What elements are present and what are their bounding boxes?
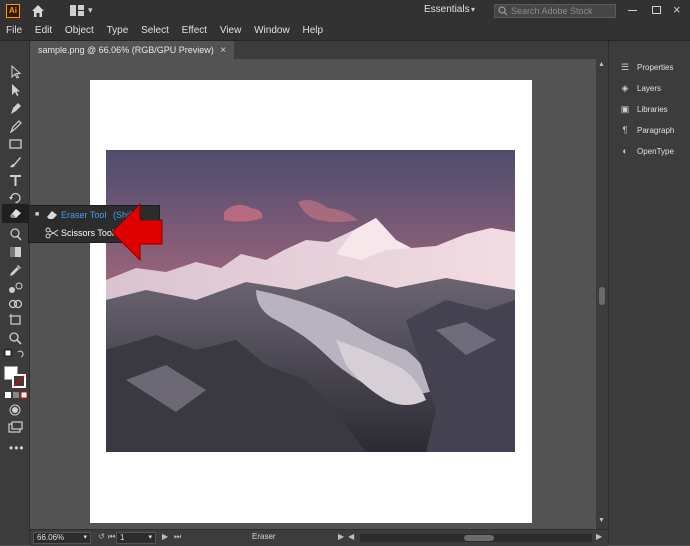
paragraph-icon: ¶ <box>622 125 628 135</box>
chevron-down-icon: ▾ <box>83 534 87 541</box>
screen-mode-icon[interactable] <box>8 421 23 435</box>
menu-type[interactable]: Type <box>107 22 129 40</box>
panel-properties-label: Properties <box>637 63 674 72</box>
draw-mode-icon[interactable] <box>8 403 23 417</box>
warp-tool-icon[interactable] <box>8 227 23 241</box>
search-stock-input[interactable]: Search Adobe Stock <box>494 4 616 18</box>
paintbrush-tool-icon[interactable] <box>8 155 23 169</box>
mountain-photo[interactable] <box>106 150 515 452</box>
tools-panel: ••• <box>0 41 30 545</box>
canvas-area[interactable] <box>30 59 608 529</box>
rectangle-tool-icon[interactable] <box>8 137 23 151</box>
close-tab-icon[interactable]: × <box>220 45 226 56</box>
rotate-tool-icon[interactable] <box>8 191 23 205</box>
menu-effect[interactable]: Effect <box>182 22 207 40</box>
arrange-documents-icon[interactable] <box>70 5 84 16</box>
menu-bar: File Edit Object Type Select Effect View… <box>0 22 690 41</box>
scroll-thumb[interactable] <box>599 287 605 305</box>
scroll-left-icon[interactable]: ◀ <box>348 532 354 541</box>
search-icon <box>498 6 508 16</box>
current-tool-label: Eraser <box>252 532 276 541</box>
red-pointer-arrow <box>111 202 163 262</box>
status-menu-icon[interactable]: ▶ <box>338 532 344 541</box>
selection-tool-icon[interactable] <box>8 65 23 79</box>
maximize-button[interactable] <box>652 6 661 14</box>
chevron-down-icon[interactable]: ▾ <box>88 5 93 16</box>
more-tools-icon[interactable]: ••• <box>9 441 25 455</box>
horizontal-scroll-thumb[interactable] <box>464 535 494 541</box>
panel-libraries-label: Libraries <box>637 105 668 114</box>
vertical-scrollbar[interactable]: ▲ ▼ <box>596 59 608 529</box>
opentype-icon: ◐ <box>622 146 628 156</box>
eraser-tool-icon <box>47 211 57 219</box>
menu-list: File Edit Object Type Select Effect View… <box>6 22 333 40</box>
panel-layers[interactable]: ◈ Layers <box>619 80 690 96</box>
zoom-level-field[interactable]: 66.06% ▾ <box>33 532 91 544</box>
menu-object[interactable]: Object <box>65 22 94 40</box>
chevron-down-icon[interactable]: ▾ <box>471 5 475 14</box>
panel-libraries[interactable]: ▣ Libraries <box>619 101 690 117</box>
color-mode-icons[interactable] <box>5 391 27 399</box>
panel-opentype[interactable]: ◐ OpenType <box>619 143 690 159</box>
menu-view[interactable]: View <box>220 22 242 40</box>
artboard-number-value: 1 <box>120 533 125 542</box>
artboard[interactable] <box>90 80 532 523</box>
artboard-number-field[interactable]: 1 ▾ <box>116 532 156 544</box>
blend-tool-icon[interactable] <box>8 281 23 295</box>
menu-window[interactable]: Window <box>254 22 290 40</box>
home-icon[interactable] <box>30 3 46 19</box>
menu-help[interactable]: Help <box>302 22 323 40</box>
scroll-right-icon[interactable]: ▶ <box>596 532 602 541</box>
curvature-tool-icon[interactable] <box>8 119 23 133</box>
artboard-tool-icon[interactable] <box>8 313 23 327</box>
illustrator-logo: Ai <box>6 4 20 18</box>
document-tab-bar: sample.png @ 66.06% (RGB/GPU Preview) × <box>30 41 608 59</box>
zoom-level-value: 66.06% <box>37 533 65 542</box>
selected-bullet-icon: ■ <box>35 211 40 218</box>
scroll-up-icon[interactable]: ▲ <box>598 61 605 68</box>
horizontal-scrollbar[interactable] <box>360 534 592 542</box>
stroke-swatch[interactable] <box>12 374 26 388</box>
document-tab-title: sample.png @ 66.06% (RGB/GPU Preview) <box>38 45 214 55</box>
default-fill-stroke-icon[interactable] <box>4 349 26 361</box>
shape-builder-tool-icon[interactable] <box>8 297 23 311</box>
document-tab[interactable]: sample.png @ 66.06% (RGB/GPU Preview) × <box>30 41 235 59</box>
zoom-tool-icon[interactable] <box>8 331 23 345</box>
first-artboard-icon[interactable]: ⏮ <box>108 532 115 542</box>
panel-layers-label: Layers <box>637 84 662 93</box>
scissors-icon <box>45 227 59 239</box>
gradient-tool-icon[interactable] <box>8 245 23 259</box>
eyedropper-tool-icon[interactable] <box>8 263 23 277</box>
layers-icon: ◈ <box>621 83 629 93</box>
minimize-button[interactable] <box>628 10 637 11</box>
app-bar: Ai ▾ Essentials ▾ Search Adobe Stock × <box>0 0 690 22</box>
menu-select[interactable]: Select <box>141 22 169 40</box>
workspace-switcher[interactable]: Essentials <box>424 4 470 15</box>
next-artboard-icon[interactable]: ▶ <box>162 532 168 541</box>
status-bar: 66.06% ▾ ↺ ⏮ ◀ 1 ▾ ▶ ⏭ Eraser ▶ ◀ ▶ <box>30 529 608 546</box>
scroll-down-icon[interactable]: ▼ <box>598 517 605 524</box>
collapsed-panels: ☰ Properties ◈ Layers ▣ Libraries ¶ Paragrap… <box>608 41 690 545</box>
flyout-label-eraser: Eraser Tool <box>61 210 107 220</box>
search-placeholder: Search Adobe Stock <box>511 6 593 16</box>
direct-selection-tool-icon[interactable] <box>8 83 23 97</box>
rotate-view-icon[interactable]: ↺ <box>98 532 105 541</box>
pen-tool-icon[interactable] <box>8 101 23 115</box>
panel-paragraph[interactable]: ¶ Paragraph <box>619 122 690 138</box>
close-window-button[interactable]: × <box>673 2 681 17</box>
eraser-tool-icon <box>10 209 21 218</box>
type-tool-icon[interactable] <box>8 173 23 187</box>
menu-file[interactable]: File <box>6 22 22 40</box>
libraries-icon: ▣ <box>620 104 630 114</box>
properties-icon: ☰ <box>620 62 630 72</box>
eraser-tool-active[interactable] <box>2 204 28 223</box>
panel-opentype-label: OpenType <box>637 147 674 156</box>
panel-paragraph-label: Paragraph <box>637 126 675 135</box>
last-artboard-icon[interactable]: ⏭ <box>174 532 181 542</box>
menu-edit[interactable]: Edit <box>35 22 52 40</box>
panel-properties[interactable]: ☰ Properties <box>619 59 690 75</box>
chevron-down-icon: ▾ <box>148 534 152 541</box>
